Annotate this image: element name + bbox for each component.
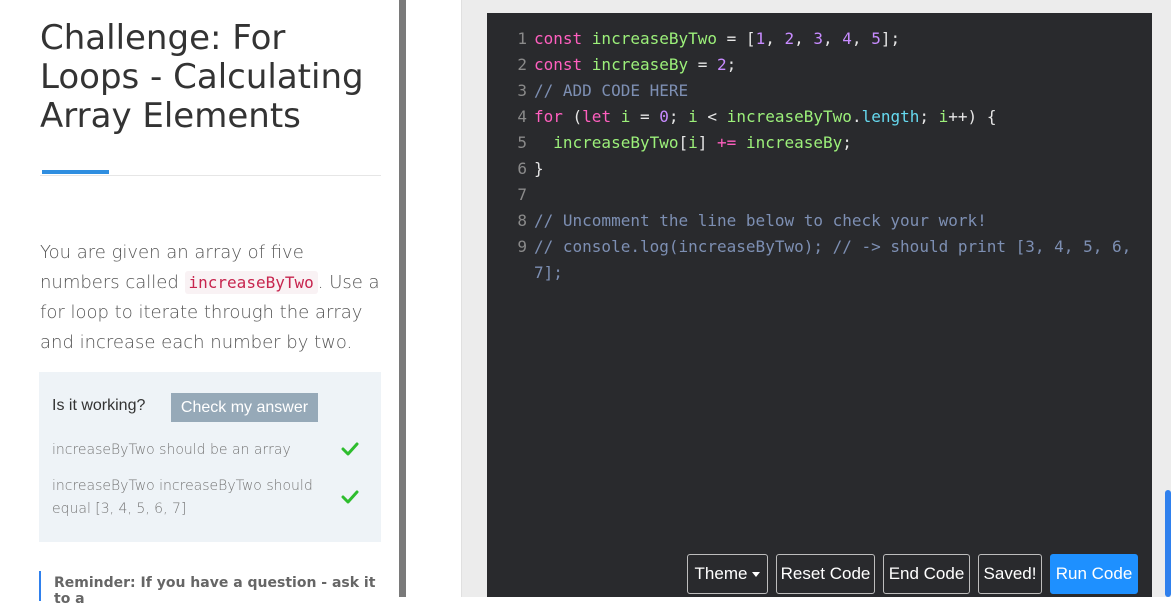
line-number: 9: [517, 237, 527, 256]
line-number: 7: [517, 185, 527, 204]
code-line[interactable]: 3 // ADD CODE HERE: [503, 78, 1143, 104]
check-label: Is it working?: [52, 397, 146, 414]
code-token: 5: [871, 29, 881, 48]
code-token: for: [534, 107, 573, 126]
line-number: 8: [517, 211, 527, 230]
line-number: 2: [517, 55, 527, 74]
code-line[interactable]: 1 const increaseByTwo = [1, 2, 3, 4, 5];: [503, 26, 1143, 52]
test-result: increaseByTwo should be an array: [52, 442, 291, 458]
code-token: [: [678, 133, 689, 152]
code-line[interactable]: 7];: [503, 260, 1143, 286]
code-token: increaseBy: [591, 55, 689, 74]
code-token: increaseByTwo: [726, 107, 852, 126]
code-token: increaseBy: [745, 133, 843, 152]
code-token: i: [938, 107, 949, 126]
scrollbar-thumb[interactable]: [1165, 490, 1171, 597]
code-token: ]: [697, 133, 718, 152]
code-token: ;: [919, 107, 939, 126]
code-token: // console.log(increaseByTwo); // -> sho…: [534, 237, 1132, 256]
code-token: +=: [717, 133, 737, 152]
code-token: increaseByTwo: [591, 29, 718, 48]
code-line[interactable]: 2 const increaseBy = 2;: [503, 52, 1143, 78]
code-lines[interactable]: 1 const increaseByTwo = [1, 2, 3, 4, 5]; 2…: [503, 26, 1143, 286]
code-token: <: [697, 107, 727, 126]
code-token: 3: [813, 29, 824, 48]
title-divider: [40, 175, 381, 176]
code-token: const: [534, 29, 592, 48]
title-accent-bar: [42, 170, 109, 174]
run-code-button[interactable]: Run Code: [1050, 554, 1138, 594]
code-token: // ADD CODE HERE: [534, 81, 689, 100]
check-icon: [341, 442, 359, 456]
code-token: i: [620, 107, 631, 126]
code-token: 4: [842, 29, 852, 48]
code-token: 2: [784, 29, 795, 48]
line-number: 3: [517, 81, 527, 100]
code-token: i: [688, 133, 698, 152]
code-token: const: [534, 55, 592, 74]
end-code-button[interactable]: End Code: [883, 554, 970, 594]
code-token: increaseByTwo: [553, 133, 679, 152]
caret-down-icon: [752, 572, 761, 578]
code-line[interactable]: 8 // Uncomment the line below to check yo…: [503, 208, 1143, 234]
reset-code-button[interactable]: Reset Code: [776, 554, 875, 594]
code-token: length: [861, 107, 920, 126]
code-line[interactable]: 9 // console.log(increaseByTwo); // -> sh…: [503, 234, 1143, 260]
code-token: .: [851, 107, 862, 126]
code-token: 0: [659, 107, 669, 126]
test-result: increaseByTwo increaseByTwo should equal…: [52, 478, 313, 517]
code-token: ;: [726, 55, 737, 74]
line-number: 4: [517, 107, 527, 126]
code-line[interactable]: 7: [503, 182, 1143, 208]
code-token: (: [572, 107, 583, 126]
saved-button[interactable]: Saved!: [978, 554, 1042, 594]
code-token: }: [534, 159, 544, 178]
code-line[interactable]: 5 increaseByTwo[i] += increaseBy;: [503, 130, 1143, 156]
inline-code: increaseByTwo: [184, 271, 318, 294]
theme-label: Theme: [694, 564, 748, 583]
code-token: ];: [880, 29, 901, 48]
code-token: ;: [842, 133, 852, 152]
code-token: 2: [717, 55, 727, 74]
code-token: 7];: [534, 263, 563, 282]
answer-check-panel: Is it working? Check my answer increaseB…: [39, 372, 381, 542]
code-line[interactable]: 6}: [503, 156, 1143, 182]
code-token: =: [688, 55, 718, 74]
line-number: 6: [517, 159, 527, 178]
check-icon: [341, 490, 359, 504]
code-token: = [: [717, 29, 756, 48]
lesson-description: You are given an array of five numbers c…: [40, 238, 385, 358]
line-number: 5: [517, 133, 527, 152]
line-number: 1: [517, 29, 527, 48]
page-title: Challenge: For Loops - Calculating Array…: [40, 18, 364, 136]
code-token: ,: [823, 29, 843, 48]
code-token: ,: [765, 29, 785, 48]
code-token: =: [630, 107, 660, 126]
code-token: let: [582, 107, 621, 126]
theme-dropdown-button[interactable]: Theme: [687, 554, 768, 594]
code-token: 1: [755, 29, 766, 48]
check-answer-button[interactable]: Check my answer: [171, 393, 318, 422]
code-token: ++) {: [948, 107, 997, 126]
code-token: ;: [668, 107, 689, 126]
code-token: // Uncomment the line below to check you…: [534, 211, 987, 230]
code-token: i: [688, 107, 698, 126]
panel-resize-handle[interactable]: [399, 0, 406, 597]
code-token: ,: [851, 29, 872, 48]
lesson-panel: Challenge: For Loops - Calculating Array…: [0, 0, 399, 607]
editor-gutter: [406, 0, 462, 597]
code-line[interactable]: 4 for (let i = 0; i < increaseByTwo.lengt…: [503, 104, 1143, 130]
code-token: ,: [794, 29, 814, 48]
